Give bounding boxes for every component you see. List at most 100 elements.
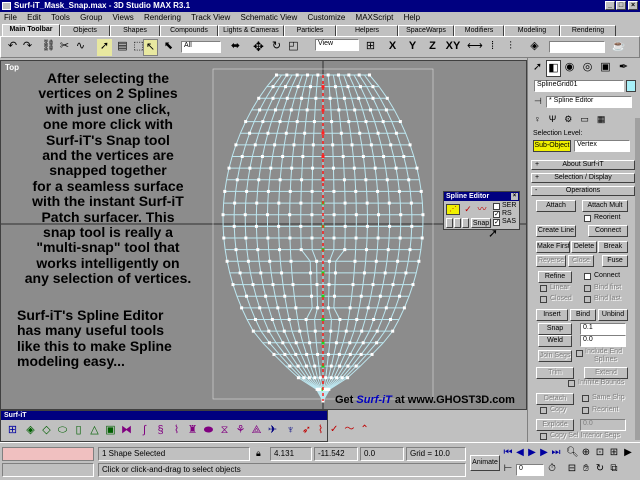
animate-button[interactable]: Animate (470, 455, 500, 471)
bird-icon[interactable]: ✈ (265, 423, 280, 438)
weld-button[interactable]: Weld (538, 335, 572, 347)
menu-customize[interactable]: Customize (308, 13, 346, 22)
reverse-button[interactable]: Reverse (536, 255, 566, 267)
menu-group[interactable]: Group (80, 13, 102, 22)
tab-compounds[interactable]: Compounds (160, 25, 218, 36)
refine-button[interactable]: Refine (538, 271, 572, 283)
array-icon[interactable]: ⁞ (485, 39, 500, 56)
attach-mult-button[interactable]: Attach Mult (582, 200, 628, 212)
wing-icon[interactable]: ⟁ (249, 423, 264, 438)
tab-lights-cameras[interactable]: Lights & Cameras (218, 25, 284, 36)
close-spline-button[interactable]: Close (568, 255, 594, 267)
delete-button[interactable]: Delete (571, 241, 597, 253)
menu-help[interactable]: Help (404, 13, 420, 22)
display-tab-icon[interactable]: ▣ (598, 60, 613, 77)
menu-tools[interactable]: Tools (51, 13, 70, 22)
select-arrow-icon[interactable]: ➚ (97, 39, 112, 56)
reorient-checkbox[interactable] (584, 215, 591, 222)
detach-button[interactable]: Detach (536, 393, 574, 405)
tab-helpers[interactable]: Helpers (336, 25, 398, 36)
select-object-icon[interactable]: ↖ (143, 39, 158, 56)
render-icon[interactable]: ☕ (611, 39, 626, 56)
go-to-end-icon[interactable]: ⏭ (550, 447, 562, 459)
axis-y-button[interactable]: Y (405, 39, 420, 56)
menu-track-view[interactable]: Track View (191, 13, 230, 22)
red-wave-icon[interactable]: 〜 (344, 424, 360, 435)
hierarchy-tab-icon[interactable]: ◉ (562, 60, 577, 77)
unbind-button[interactable]: Unbind (598, 309, 628, 321)
about-surfit-rollout[interactable]: + About Surf-iT (531, 160, 635, 170)
time-config-icon[interactable]: ⏱ (546, 463, 558, 475)
sas-checkbox[interactable]: ✓ (493, 219, 500, 226)
minimize-button[interactable]: _ (605, 1, 615, 10)
extend-button[interactable]: Extend (584, 367, 628, 379)
tab-rendering[interactable]: Rendering (560, 25, 616, 36)
go-to-start-icon[interactable]: ⏮ (502, 447, 514, 459)
connect-checkbox[interactable] (584, 273, 591, 280)
tab-objects[interactable]: Objects (60, 25, 110, 36)
close-button[interactable]: × (628, 1, 638, 10)
join-segs-button[interactable]: Join Segs (538, 350, 572, 362)
maximize-button[interactable]: □ (616, 1, 626, 10)
mirror-spline-icon[interactable]: ⧓ (119, 423, 134, 438)
link-icon[interactable]: ⛓ (41, 39, 56, 56)
trim-button[interactable]: Trim (536, 367, 574, 379)
move-icon[interactable]: ✥ (251, 39, 266, 56)
zoom-all-icon[interactable]: ⊕ (580, 447, 592, 459)
se-check-icon[interactable]: ✓ (461, 204, 475, 215)
tube-icon[interactable]: ⬬ (201, 423, 216, 438)
reorient-detach-checkbox[interactable] (582, 407, 589, 414)
zoom-extents-all-icon[interactable]: ⊞ (608, 447, 620, 459)
select-by-name-icon[interactable]: ▤ (115, 39, 130, 56)
operations-rollout[interactable]: - Operations (531, 186, 635, 196)
unlink-icon[interactable]: ✂ (57, 39, 72, 56)
mirror-icon[interactable]: ⟷ (467, 39, 483, 56)
se-small-button[interactable] (446, 218, 453, 228)
red-caret-icon[interactable]: ⌃ (360, 424, 374, 435)
zoom-icon[interactable]: 🔍︎ (566, 447, 579, 459)
loft-icon[interactable]: ⌇ (169, 423, 184, 438)
rs-checkbox[interactable]: ✓ (493, 211, 500, 218)
light-bulb-icon[interactable]: ♀ (534, 114, 549, 124)
connect-button[interactable]: Connect (588, 225, 628, 237)
bind-spacewarp-icon[interactable]: ∿ (73, 39, 88, 56)
box-icon[interactable]: ▣ (103, 423, 118, 438)
zigzag-icon[interactable]: ⌇ (313, 423, 328, 438)
motion-tab-icon[interactable]: ◎ (580, 60, 595, 77)
modifier-stack-dropdown[interactable]: * Spline Editor (546, 96, 632, 108)
create-tab-icon[interactable]: ➚ (530, 60, 545, 77)
closed-checkbox[interactable] (540, 296, 547, 303)
selection-filter-dropdown[interactable]: All (181, 41, 221, 53)
bind-button[interactable]: Bind (570, 309, 596, 321)
explode-field[interactable]: 0.0 (580, 419, 626, 431)
outline-icon[interactable]: ◇ (39, 423, 54, 438)
pivot-center-icon[interactable]: ⊞ (363, 39, 378, 56)
cone-icon[interactable]: ▯ (71, 423, 86, 438)
same-shp-checkbox[interactable] (582, 395, 589, 402)
fuse-button[interactable]: Fuse (602, 255, 628, 267)
tab-shapes[interactable]: Shapes (110, 25, 160, 36)
app-icon[interactable] (2, 2, 11, 10)
gear-icon[interactable]: ⚙ (564, 114, 580, 124)
pyramid-icon[interactable]: △ (87, 423, 102, 438)
sub-object-dropdown[interactable]: Vertex (574, 140, 630, 152)
object-name-field[interactable]: SplineGrid01 (534, 80, 624, 92)
snap-threshold-field[interactable]: 0.1 (580, 323, 626, 335)
menu-rendering[interactable]: Rendering (144, 13, 181, 22)
select-move-icon[interactable]: ⬌ (228, 39, 243, 56)
lock-icon[interactable]: 🔒︎ (256, 448, 261, 459)
prev-frame-icon[interactable]: ◀ (514, 447, 526, 459)
play-icon[interactable]: ▶ (526, 447, 538, 459)
delete-modifier-icon[interactable]: ▭ (580, 114, 597, 124)
arc-rotate-icon[interactable]: ↻ (594, 463, 606, 475)
copy-checkbox[interactable] (540, 407, 547, 414)
cursor-icon[interactable]: ➶ (299, 423, 314, 438)
ser-checkbox[interactable] (493, 203, 500, 210)
weld-icon[interactable]: ⧖ (217, 423, 232, 438)
zoom-extents-icon[interactable]: ⊡ (594, 447, 606, 459)
weld-threshold-field[interactable]: 0.0 (580, 335, 626, 347)
red-check-icon[interactable]: ✓ (330, 424, 344, 435)
spline-editor-close-button[interactable]: × (511, 193, 518, 200)
tab-particles[interactable]: Particles (284, 25, 336, 36)
object-color-swatch[interactable] (626, 80, 636, 92)
